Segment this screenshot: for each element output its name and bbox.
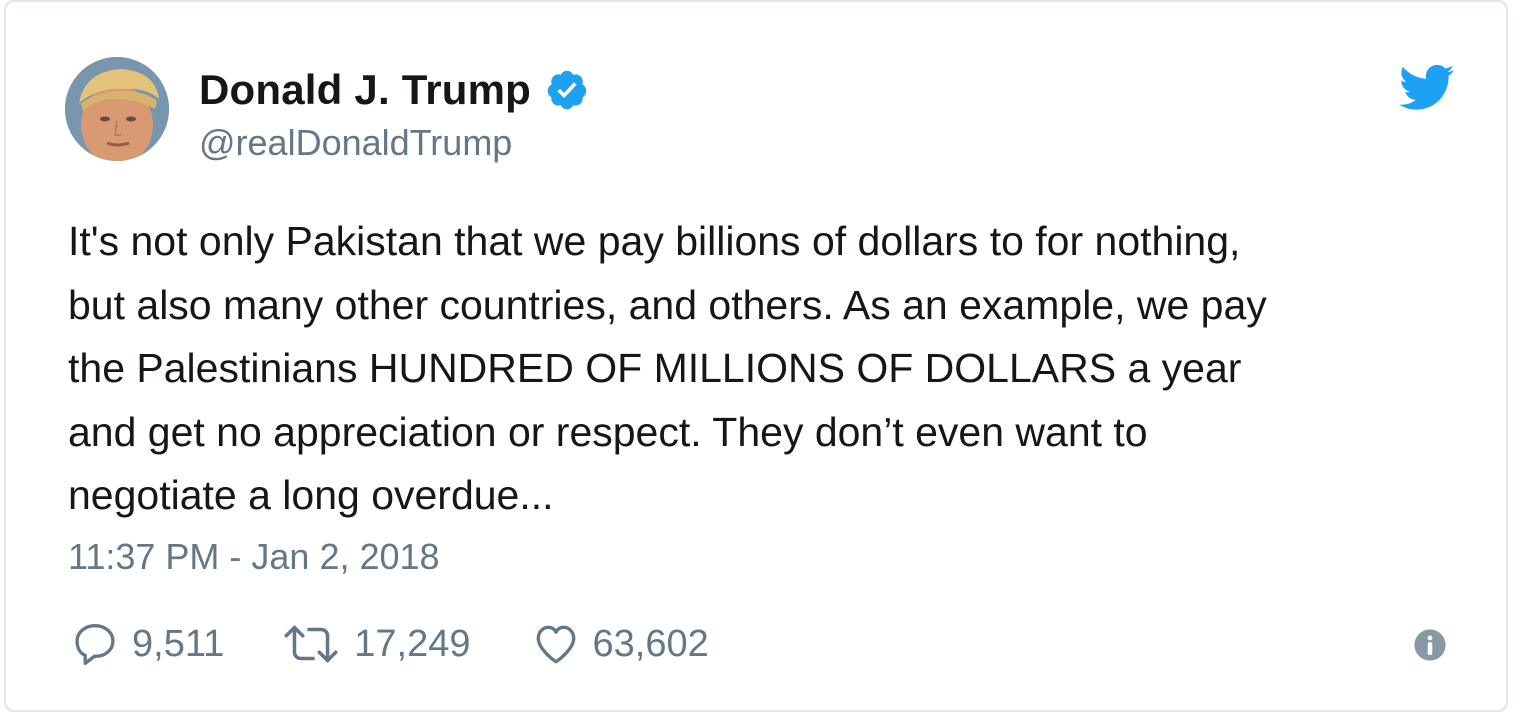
avatar-image <box>65 57 169 161</box>
verified-badge-icon <box>547 70 587 110</box>
retweet-icon <box>284 625 338 663</box>
reply-count: 9,511 <box>132 622 225 665</box>
tweet-text-line: and get no appreciation or respect. They… <box>68 408 1148 455</box>
author-name-row: Donald J. Trump <box>199 64 589 116</box>
avatar[interactable] <box>65 57 169 161</box>
retweet-count: 17,249 <box>354 622 471 665</box>
reply-button[interactable]: 9,511 <box>70 619 224 669</box>
author-handle[interactable]: @realDonaldTrump <box>199 122 512 164</box>
tweet-text-line: negotiate a long overdue... <box>68 472 554 518</box>
heart-icon <box>536 625 575 664</box>
retweet-button[interactable]: 17,249 <box>280 619 471 669</box>
author-name[interactable]: Donald J. Trump <box>199 66 531 114</box>
reply-icon <box>75 624 115 666</box>
tweet-actions: 9,511 17,249 63,602 <box>70 617 709 671</box>
tweet-text: It's not only Pakistan that we pay billi… <box>68 210 1478 528</box>
like-button[interactable]: 63,602 <box>531 619 709 669</box>
tweet-text-line: but also many other countries, and other… <box>68 281 1267 328</box>
tweet-text-line: It's not only Pakistan that we pay billi… <box>68 218 1241 264</box>
like-count: 63,602 <box>592 622 709 665</box>
tweet-timestamp[interactable]: 11:37 PM - Jan 2, 2018 <box>68 536 440 578</box>
twitter-bird-icon[interactable] <box>1399 64 1455 112</box>
info-icon[interactable] <box>1413 628 1447 662</box>
tweet-text-line: the Palestinians HUNDRED OF MILLIONS OF … <box>68 345 1242 391</box>
tweet-card: Donald J. Trump @realDonaldTrump It's no… <box>4 0 1508 712</box>
